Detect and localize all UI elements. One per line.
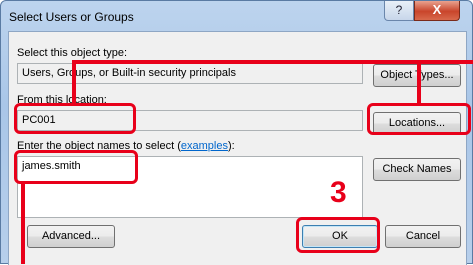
advanced-button[interactable]: Advanced... — [27, 225, 115, 248]
locations-button-highlight — [367, 103, 471, 135]
examples-link[interactable]: examples — [181, 140, 228, 152]
object-type-field: Users, Groups, or Built-in security prin… — [17, 63, 363, 84]
ok-button-highlight — [296, 217, 380, 253]
cancel-button-label: Cancel — [405, 230, 441, 242]
title-bar[interactable]: Select Users or Groups ? X — [1, 1, 472, 31]
check-names-button-label: Check Names — [382, 163, 452, 175]
check-names-button[interactable]: Check Names — [373, 158, 461, 181]
object-type-label: Select this object type: — [17, 47, 128, 59]
callout-line-top — [72, 60, 473, 64]
cancel-button[interactable]: Cancel — [385, 225, 461, 248]
callout-line-location — [72, 60, 76, 104]
help-button[interactable]: ? — [384, 1, 414, 21]
close-button[interactable]: X — [414, 1, 460, 21]
dialog-body: Select this object type: Users, Groups, … — [8, 31, 467, 265]
object-names-label-suffix: ): — [227, 140, 235, 152]
window-title: Select Users or Groups — [9, 10, 134, 24]
close-icon: X — [432, 2, 442, 17]
object-type-value: Users, Groups, or Built-in security prin… — [22, 67, 236, 79]
callout-line-names — [21, 183, 25, 264]
step-number: 3 — [330, 176, 347, 209]
advanced-button-label: Advanced... — [41, 230, 101, 242]
callout-line-locations — [417, 60, 421, 104]
help-icon: ? — [395, 3, 403, 17]
names-input-highlight — [14, 150, 138, 184]
location-highlight — [14, 103, 136, 134]
